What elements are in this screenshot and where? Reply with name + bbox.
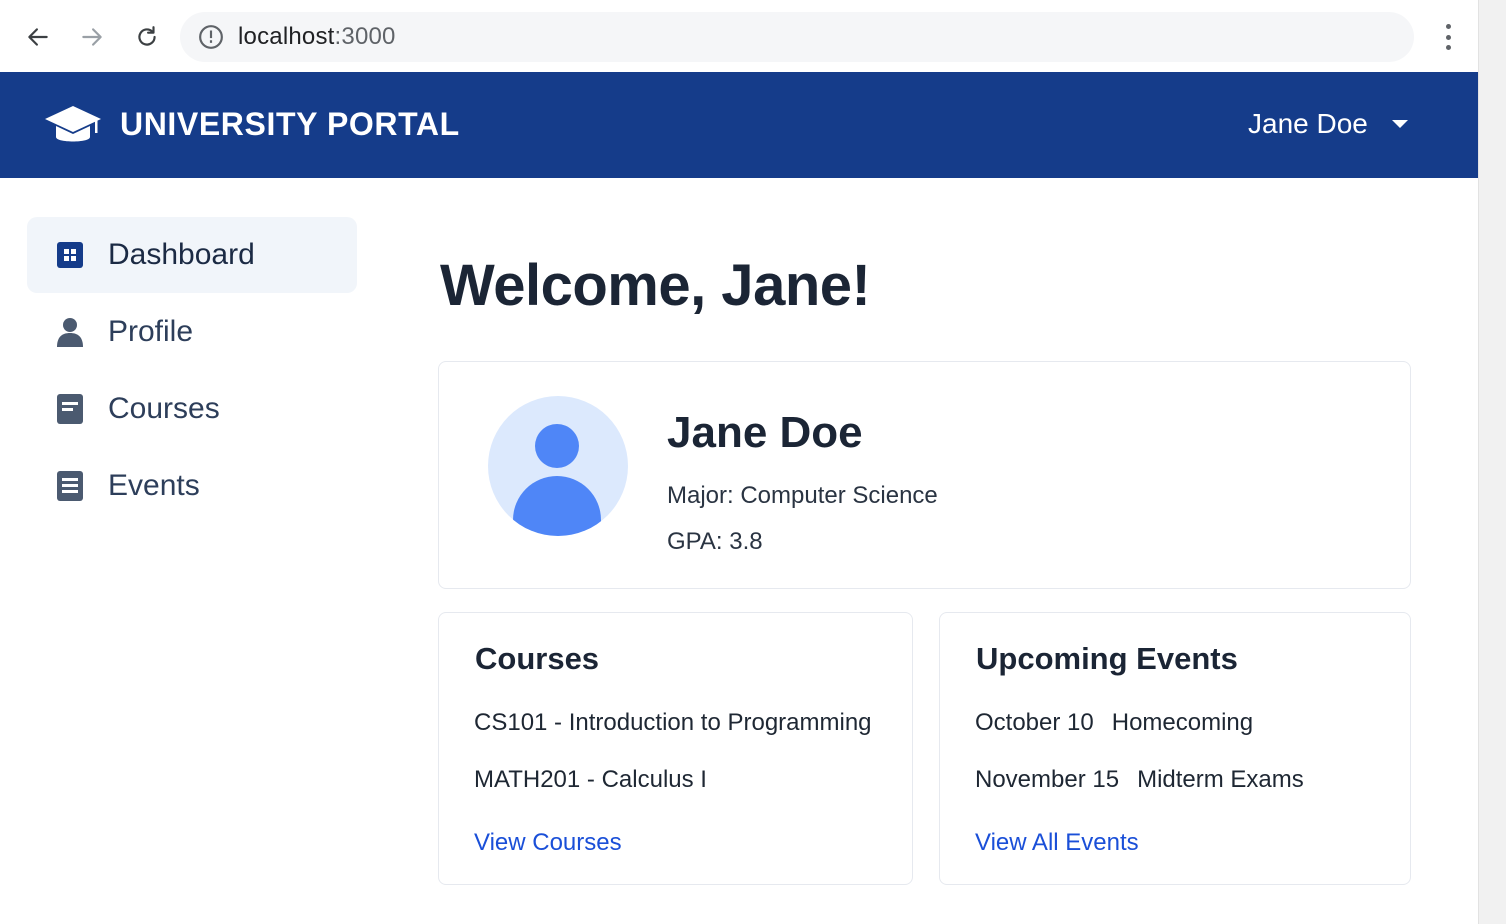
- back-arrow-icon[interactable]: [23, 22, 53, 52]
- event-name: Midterm Exams: [1137, 766, 1304, 793]
- reload-icon[interactable]: [132, 22, 162, 52]
- sidebar-item-label: Profile: [108, 315, 194, 348]
- sidebar-item-label: Events: [108, 469, 200, 502]
- event-date: October 10: [975, 709, 1094, 736]
- sidebar-item-label: Courses: [108, 392, 220, 425]
- url-port: :3000: [334, 23, 396, 50]
- profile-name: Jane Doe: [667, 408, 863, 457]
- events-title: Upcoming Events: [976, 641, 1238, 676]
- profile-major: Major: Computer Science: [667, 482, 938, 509]
- sidebar-item-label: Dashboard: [108, 238, 255, 271]
- app-header: UNIVERSITY PORTAL Jane Doe: [0, 72, 1478, 178]
- page-title: Welcome, Jane!: [440, 253, 871, 318]
- browser-menu-icon[interactable]: [1434, 20, 1462, 54]
- brand-title[interactable]: UNIVERSITY PORTAL: [120, 106, 460, 143]
- course-item: CS101 - Introduction to Programming: [474, 709, 872, 736]
- user-icon: [55, 317, 85, 347]
- event-name: Homecoming: [1111, 709, 1254, 736]
- caret-down-icon[interactable]: [1391, 120, 1408, 128]
- courses-card: Courses CS101 - Introduction to Programm…: [438, 612, 913, 885]
- course-item: MATH201 - Calculus I: [474, 766, 707, 793]
- events-card: Upcoming Events October 10 Homecoming Nov…: [939, 612, 1411, 885]
- avatar-body: [513, 476, 601, 536]
- url-host: localhost: [238, 23, 335, 50]
- event-date: November 15: [975, 766, 1120, 793]
- sidebar: Dashboard Profile Courses Events: [27, 217, 357, 525]
- user-menu[interactable]: Jane Doe: [1248, 104, 1408, 144]
- profile-gpa: GPA: 3.8: [667, 528, 763, 555]
- sidebar-item-events[interactable]: Events: [27, 448, 357, 524]
- graduation-cap-icon: [45, 106, 101, 142]
- calendar-list-icon: [55, 471, 85, 501]
- view-all-events-link[interactable]: View All Events: [975, 829, 1139, 857]
- url-text: localhost:3000: [238, 23, 396, 51]
- user-name[interactable]: Jane Doe: [1248, 108, 1368, 140]
- book-icon: [55, 394, 85, 424]
- avatar: [488, 396, 628, 536]
- sidebar-item-dashboard[interactable]: Dashboard: [27, 217, 357, 293]
- scrollbar[interactable]: [1478, 0, 1506, 924]
- courses-title: Courses: [475, 641, 600, 676]
- address-bar[interactable]: localhost:3000: [180, 12, 1414, 62]
- forward-arrow-icon[interactable]: [77, 22, 107, 52]
- sidebar-item-courses[interactable]: Courses: [27, 371, 357, 447]
- site-info-icon[interactable]: [198, 24, 224, 50]
- view-courses-link[interactable]: View Courses: [474, 829, 622, 857]
- dashboard-grid-icon: [55, 240, 85, 270]
- browser-toolbar: localhost:3000: [0, 0, 1478, 72]
- sidebar-item-profile[interactable]: Profile: [27, 294, 357, 370]
- profile-card: Jane Doe Major: Computer Science GPA: 3.…: [438, 361, 1411, 589]
- event-item: November 15 Midterm Exams: [975, 766, 1304, 794]
- event-item: October 10 Homecoming: [975, 709, 1253, 737]
- avatar-head: [535, 424, 579, 468]
